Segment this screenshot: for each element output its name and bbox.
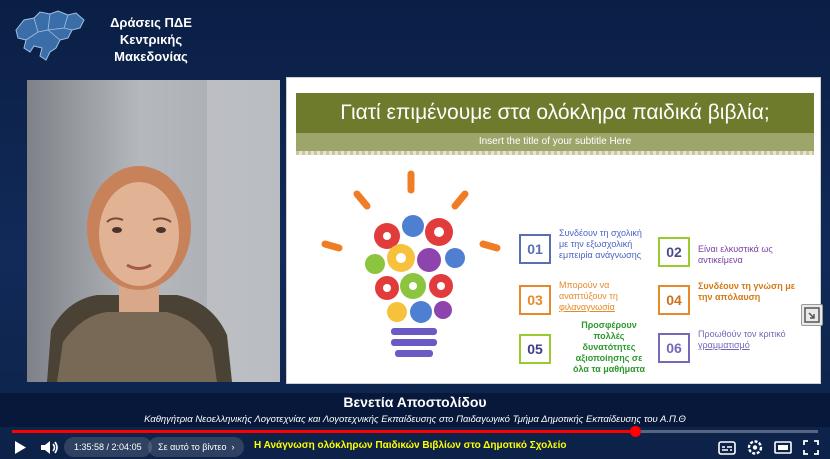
item-number-03: 03 <box>519 285 551 315</box>
progress-bar[interactable] <box>12 426 818 437</box>
progress-played <box>12 430 636 433</box>
item-number-02: 02 <box>658 237 690 267</box>
fullscreen-icon <box>803 440 819 455</box>
lightbulb-gears-icon <box>321 170 501 357</box>
item-text-02: Είναι ελκυστικά ως αντικείμενα <box>698 244 773 265</box>
item-text-03: Μπορούν να αναπτύξουν τη φιλαναγνωσία <box>559 280 618 312</box>
slide-title: Γιατί επιμένουμε στα ολόκληρα παιδικά βι… <box>296 93 814 133</box>
presentation-slide: Γιατί επιμένουμε στα ολόκληρα παιδικά βι… <box>286 77 821 384</box>
speaker-portrait <box>27 80 280 382</box>
subtitles-icon <box>718 441 736 455</box>
gear-icon <box>747 440 763 455</box>
speaker-role: Καθηγήτρια Νεοελληνικής Λογοτεχνίας και … <box>144 414 686 425</box>
video-title: Η Ανάγνωση ολόκληρων Παιδικών Βιβλίων στ… <box>254 440 567 451</box>
settings-button[interactable] <box>744 436 766 459</box>
channel-brand: Δράσεις ΠΔΕ Κεντρικής Μακεδονίας <box>10 8 200 70</box>
theater-mode-icon <box>774 441 792 454</box>
item-text-04: Συνδέουν τη γνώση με την απόλαυση <box>698 281 795 302</box>
chevron-right-icon: › <box>228 442 235 452</box>
chapter-label: Σε αυτό το βίντεο <box>158 442 227 452</box>
slide-subtitle: Insert the title of your subtitle Here <box>296 133 814 151</box>
fullscreen-button[interactable] <box>800 436 822 459</box>
subtitles-button[interactable] <box>716 436 738 459</box>
item-text-05: Προσφέρουν πολλές δυνατότητες αξιοποίηση… <box>573 320 645 374</box>
time-display: 1:35:58 / 2:04:05 <box>64 437 152 457</box>
speaker-name: Βενετία Αποστολίδου <box>343 394 487 410</box>
speaker-webcam <box>27 80 280 382</box>
expand-icon <box>804 307 820 323</box>
item-number-05: 05 <box>519 334 551 364</box>
item-text-06: Προωθούν τον κριτικό γραμματισμό <box>698 329 786 350</box>
slide-divider <box>296 151 814 155</box>
item-number-06: 06 <box>658 333 690 363</box>
item-number-01: 01 <box>519 234 551 264</box>
brand-line-2: Κεντρικής <box>119 32 183 47</box>
play-button[interactable] <box>10 436 30 459</box>
theater-mode-button[interactable] <box>772 436 794 459</box>
macedonia-map-logo <box>15 10 85 61</box>
volume-button[interactable] <box>38 436 60 459</box>
chapter-button[interactable]: Σε αυτό το βίντεο › <box>148 437 245 457</box>
volume-icon <box>41 441 58 454</box>
item-number-04: 04 <box>658 285 690 315</box>
brand-line-1: Δράσεις ΠΔΕ <box>110 15 192 30</box>
play-icon <box>15 441 26 454</box>
duration: 2:04:05 <box>111 442 142 452</box>
current-time: 1:35:58 <box>74 442 105 452</box>
expand-slide-button[interactable] <box>801 304 823 326</box>
time-separator: / <box>104 442 112 452</box>
brand-line-3: Μακεδονίας <box>114 49 188 64</box>
